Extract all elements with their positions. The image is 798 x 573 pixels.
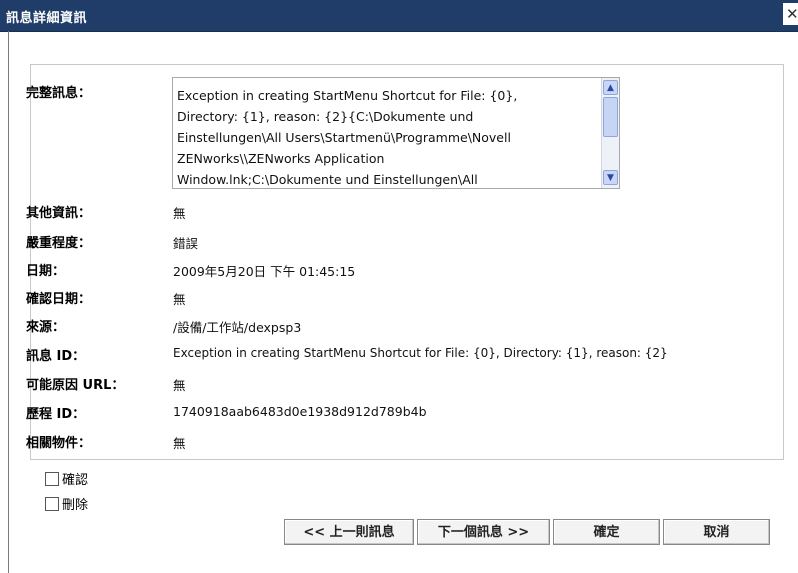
source-value: /設備/工作站/dexpsp3	[173, 320, 302, 335]
delete-checkbox-box[interactable]	[45, 497, 59, 511]
history-id-label: 歷程 ID：	[26, 407, 86, 422]
acknowledge-checkbox-label: 確認	[62, 473, 89, 488]
next-message-button[interactable]: 下一個訊息 >>	[417, 519, 550, 545]
dialog-title-bar: 訊息詳細資訊 ✕	[0, 0, 798, 32]
full-message-text: Exception in creating StartMenu Shortcut…	[177, 88, 518, 187]
previous-message-button[interactable]: << 上一則訊息	[284, 519, 414, 545]
delete-checkbox-label: 刪除	[62, 498, 89, 513]
cause-url-label: 可能原因 URL：	[26, 378, 125, 393]
ack-date-value: 無	[173, 292, 186, 307]
message-id-value: Exception in creating StartMenu Shortcut…	[173, 346, 668, 360]
cancel-button[interactable]: 取消	[663, 519, 770, 545]
date-label: 日期：	[26, 264, 66, 279]
scroll-down-icon[interactable]: ▼	[603, 170, 618, 185]
source-label: 來源：	[26, 320, 66, 335]
scroll-up-icon[interactable]: ▲	[603, 80, 618, 95]
scroll-thumb[interactable]	[603, 97, 618, 137]
full-message-textarea[interactable]: Exception in creating StartMenu Shortcut…	[172, 77, 620, 189]
acknowledge-checkbox[interactable]: 確認	[45, 469, 88, 488]
close-icon[interactable]: ✕	[783, 3, 798, 25]
other-info-label: 其他資訊：	[26, 206, 92, 221]
cause-url-value: 無	[173, 378, 186, 393]
ok-button[interactable]: 確定	[553, 519, 660, 545]
history-id-value: 1740918aab6483d0e1938d912d789b4b	[173, 404, 427, 419]
message-id-label: 訊息 ID：	[26, 349, 86, 364]
message-scrollbar[interactable]: ▲ ▼	[601, 78, 619, 188]
severity-label: 嚴重程度：	[26, 236, 92, 251]
severity-value: 錯誤	[173, 236, 199, 251]
related-objects-value: 無	[173, 436, 186, 451]
date-value: 2009年5月20日 下午 01:45:15	[173, 264, 356, 279]
ack-date-label: 確認日期：	[26, 292, 92, 307]
other-info-value: 無	[173, 206, 186, 221]
related-objects-label: 相關物件：	[26, 436, 92, 451]
dialog-left-border	[8, 31, 9, 573]
acknowledge-checkbox-box[interactable]	[45, 472, 59, 486]
delete-checkbox[interactable]: 刪除	[45, 494, 88, 513]
dialog-title: 訊息詳細資訊	[6, 11, 88, 26]
full-message-label: 完整訊息：	[26, 86, 92, 101]
